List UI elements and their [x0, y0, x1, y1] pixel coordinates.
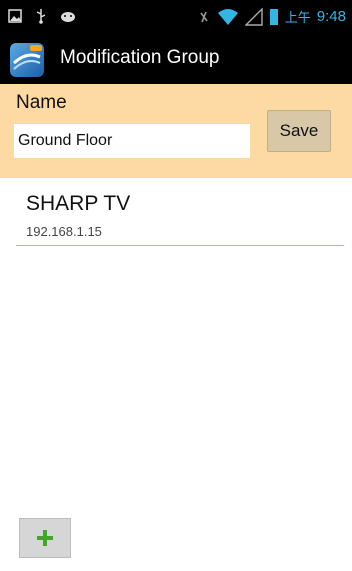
- action-bar: Modification Group: [0, 34, 352, 85]
- rcc-app-icon[interactable]: [10, 43, 44, 77]
- device-ip: 192.168.1.15: [26, 224, 102, 239]
- battery-icon: [269, 8, 278, 25]
- usb-icon: [36, 9, 46, 24]
- ime-text: 上午: [284, 11, 311, 26]
- status-bar: 上午 9:48: [0, 0, 352, 34]
- mute-icon: [200, 11, 208, 22]
- clock: 9:48: [316, 8, 346, 25]
- add-device-button[interactable]: [19, 518, 71, 558]
- name-panel: Name Save: [0, 84, 352, 178]
- save-button[interactable]: Save: [267, 110, 331, 152]
- list-item[interactable]: SHARP TV 192.168.1.15: [16, 178, 344, 246]
- wifi-icon: [217, 8, 238, 25]
- android-icon: [61, 12, 75, 22]
- image-icon: [8, 9, 22, 23]
- group-name-input[interactable]: [14, 124, 250, 158]
- device-name: SHARP TV: [26, 192, 131, 215]
- signal-icon: [244, 7, 263, 26]
- name-label: Name: [16, 92, 67, 113]
- page-title: Modification Group: [60, 47, 220, 68]
